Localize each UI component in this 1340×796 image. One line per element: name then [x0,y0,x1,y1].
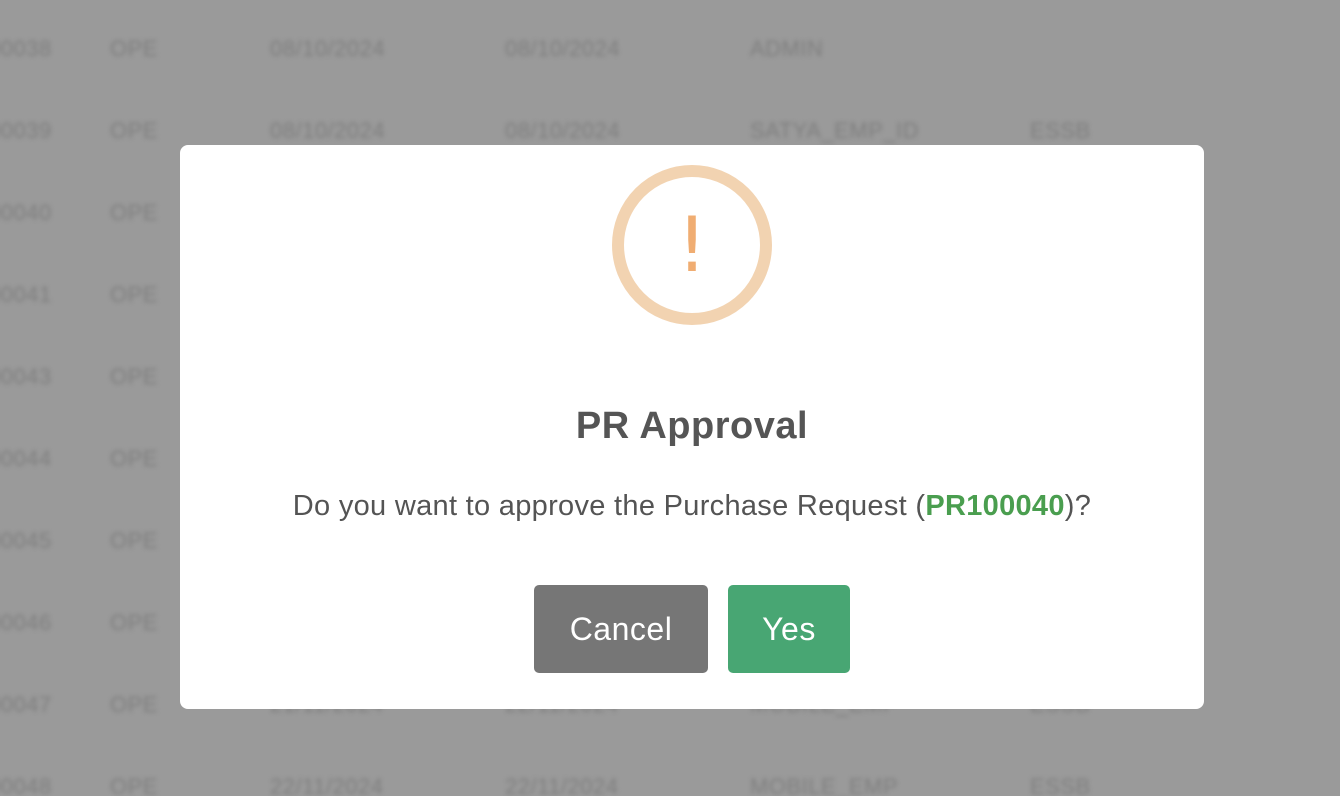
dialog-message: Do you want to approve the Purchase Requ… [180,490,1204,523]
approval-dialog: ! PR Approval Do you want to approve the… [180,145,1204,709]
cancel-button[interactable]: Cancel [534,585,708,673]
exclamation-mark: ! [676,200,708,289]
warning-exclamation-icon: ! [612,165,772,325]
yes-button[interactable]: Yes [728,585,850,673]
message-suffix: )? [1064,490,1092,522]
message-prefix: Do you want to approve the Purchase Requ… [292,490,926,522]
pr-number: PR100040 [925,490,1065,522]
dialog-title: PR Approval [575,405,809,447]
